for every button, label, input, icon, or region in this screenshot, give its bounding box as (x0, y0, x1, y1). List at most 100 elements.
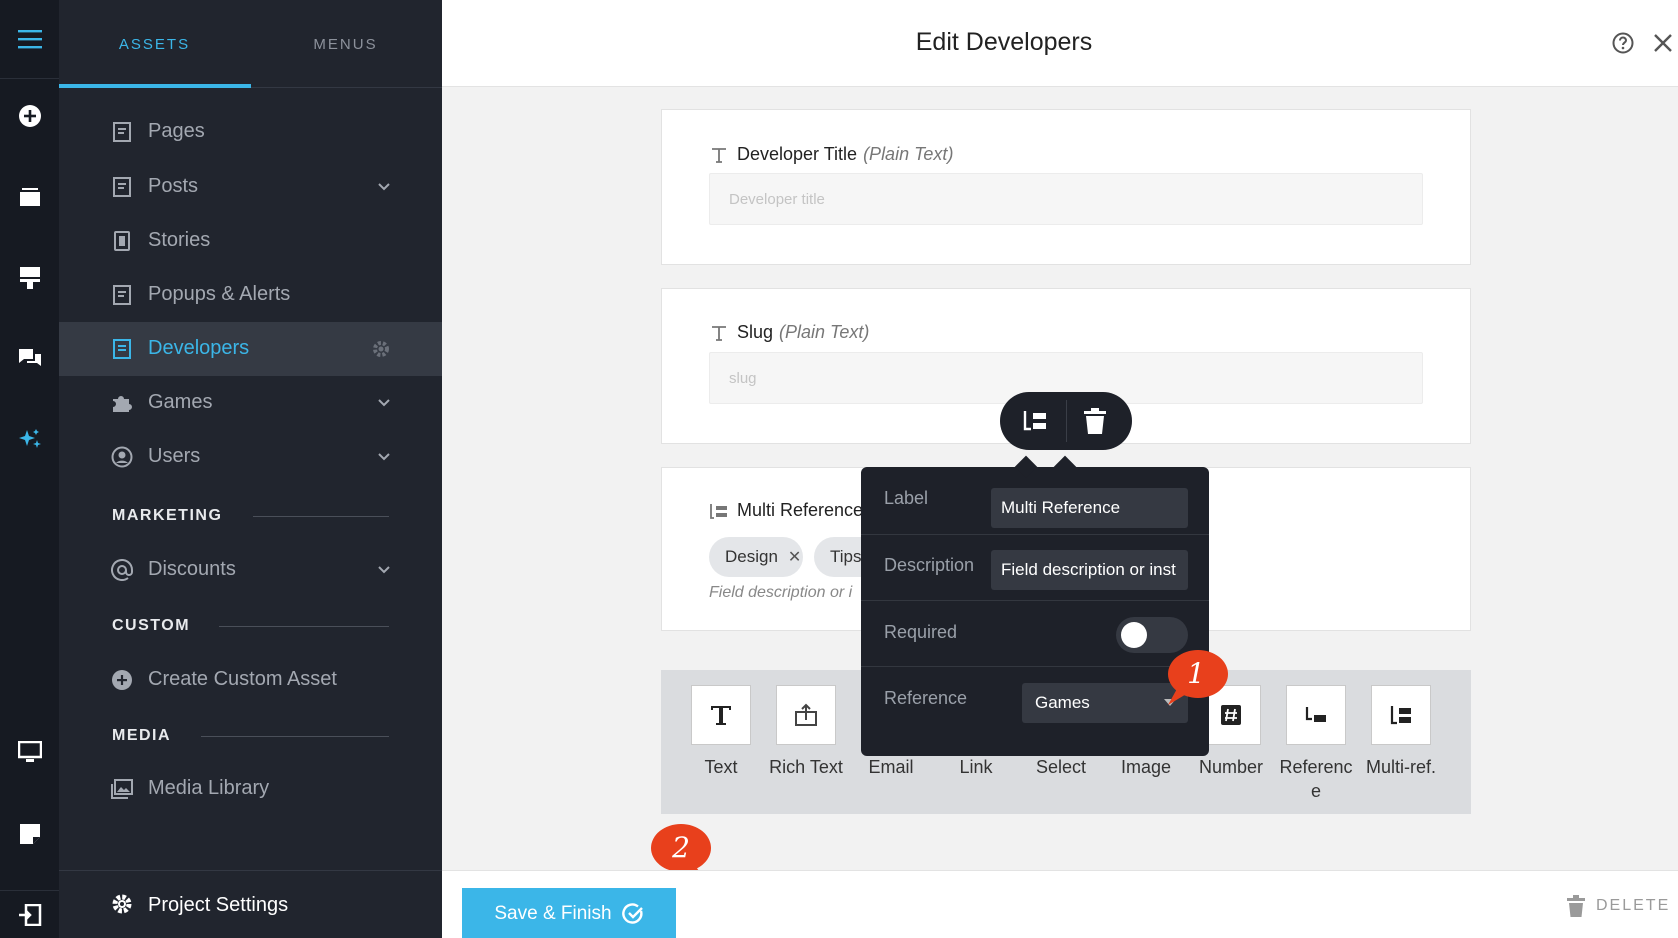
help-icon[interactable] (1612, 32, 1634, 54)
field-type-label: Select (1035, 757, 1087, 777)
note-icon[interactable] (0, 810, 59, 858)
footer: Save & Finish DELETE (442, 870, 1678, 938)
trash-icon (1567, 895, 1585, 917)
field-type-multi-ref[interactable]: Multi-ref. (1361, 685, 1441, 779)
puzzle-icon (111, 392, 133, 414)
popover-label: Reference (884, 688, 968, 708)
field-card-developer-title[interactable]: Developer Title (Plain Text) Developer t… (661, 109, 1471, 265)
gear-icon[interactable] (371, 339, 391, 359)
field-name: Developer Title (737, 144, 858, 164)
popover-row-reference: Reference Games (861, 667, 1209, 756)
desktop-icon[interactable] (0, 728, 59, 776)
multi-ref-icon (710, 503, 727, 519)
label-input[interactable]: Multi Reference (991, 488, 1188, 528)
field-type-label: Text (704, 757, 738, 777)
logout-icon[interactable] (0, 890, 59, 938)
sidebar-item-users[interactable]: Users (59, 430, 442, 484)
delete-button[interactable]: DELETE (1566, 893, 1670, 919)
remove-chip-icon[interactable]: ✕ (788, 547, 801, 567)
sidebar-item-media-library[interactable]: Media Library (59, 762, 442, 816)
sidebar-item-games[interactable]: Games (59, 376, 442, 430)
developer-title-input[interactable]: Developer title (709, 173, 1423, 225)
phone-icon (111, 230, 133, 252)
callout-number: 1 (1187, 657, 1205, 690)
sidebar-tabs: ASSETS MENUS (59, 0, 442, 88)
sidebar-item-stories[interactable]: Stories (59, 214, 442, 268)
reference-icon (1305, 707, 1326, 722)
field-type-text[interactable]: Text (681, 685, 761, 779)
document-icon (111, 284, 133, 306)
multi-ref-icon (1390, 706, 1411, 725)
images-icon (111, 778, 133, 800)
field-type-rich-text[interactable]: Rich Text (766, 685, 846, 779)
document-icon (111, 176, 133, 198)
icon-rail (0, 0, 59, 938)
tab-assets[interactable]: ASSETS (59, 0, 250, 88)
description-input[interactable]: Field description or inst (991, 550, 1188, 590)
sidebar-item-label: Pages (148, 120, 205, 142)
sidebar-item-label: Discounts (148, 558, 236, 580)
sidebar: ASSETS MENUS Pages Posts Stories Popups … (59, 0, 442, 938)
check-circle-icon (621, 902, 643, 924)
chevron-down-icon[interactable] (375, 394, 393, 412)
add-icon[interactable] (0, 92, 59, 140)
active-tab-indicator (59, 84, 251, 88)
field-type-label: Email (868, 757, 914, 777)
section-media: MEDIA (112, 727, 172, 744)
document-icon (111, 338, 133, 360)
chevron-down-icon[interactable] (375, 178, 393, 196)
section-divider (219, 626, 389, 627)
popover-label: Label (884, 488, 929, 508)
field-name: Slug (737, 322, 774, 342)
multi-ref-settings-icon[interactable] (1022, 409, 1048, 433)
sidebar-item-label: Popups & Alerts (148, 283, 291, 305)
field-type-label: Number (1198, 757, 1264, 777)
header: Edit Developers (442, 0, 1678, 87)
toggle-knob (1121, 622, 1147, 648)
close-icon[interactable] (1652, 32, 1674, 54)
field-label: Multi Reference (709, 500, 863, 521)
chevron-down-icon[interactable] (375, 448, 393, 466)
field-kind: (Plain Text) (779, 322, 870, 342)
sidebar-item-create-custom-asset[interactable]: Create Custom Asset (59, 653, 442, 707)
sidebar-item-label: Create Custom Asset (148, 668, 337, 690)
gear-icon (112, 894, 132, 914)
user-circle-icon (111, 446, 133, 468)
trash-icon[interactable] (1082, 407, 1108, 435)
sparkle-icon[interactable] (0, 416, 59, 464)
sidebar-item-popups[interactable]: Popups & Alerts (59, 268, 442, 322)
chevron-down-icon[interactable] (375, 561, 393, 579)
field-settings-popover: Label Multi Reference Description Field … (861, 455, 1209, 756)
toolbar-divider (1066, 400, 1067, 442)
add-circle-icon (111, 669, 133, 691)
field-type-reference[interactable]: Reference (1276, 685, 1356, 803)
sidebar-item-pages[interactable]: Pages (59, 105, 442, 159)
document-icon (111, 121, 133, 143)
sidebar-item-label: Stories (148, 229, 211, 251)
field-kind: (Plain Text) (863, 144, 954, 164)
chip-label: Design (725, 547, 778, 566)
save-finish-button[interactable]: Save & Finish (462, 888, 676, 938)
sidebar-item-developers[interactable]: Developers (59, 322, 442, 376)
project-settings[interactable]: Project Settings (59, 870, 442, 938)
tab-menus[interactable]: MENUS (250, 0, 441, 88)
sidebar-item-label: Posts (148, 175, 199, 197)
required-toggle[interactable] (1116, 617, 1188, 653)
sidebar-item-label: Games (148, 391, 213, 413)
field-toolbar (1000, 392, 1132, 450)
paint-icon[interactable] (0, 254, 59, 302)
chat-icon[interactable] (0, 334, 59, 382)
sidebar-item-posts[interactable]: Posts (59, 160, 442, 214)
layers-icon[interactable] (0, 172, 59, 220)
field-label: Developer Title (Plain Text) (709, 144, 953, 165)
sidebar-item-discounts[interactable]: Discounts (59, 543, 442, 597)
popover-row-description: Description Field description or inst (861, 535, 1209, 601)
reference-chip[interactable]: Design ✕ (709, 537, 803, 577)
project-settings-label: Project Settings (148, 894, 289, 916)
menu-icon[interactable] (0, 0, 59, 79)
field-type-label: Reference (1279, 757, 1353, 801)
popover-label: Required (884, 622, 958, 642)
reference-select-value: Games (1035, 693, 1090, 712)
text-type-icon (711, 706, 731, 725)
popover-row-required: Required (861, 601, 1209, 667)
